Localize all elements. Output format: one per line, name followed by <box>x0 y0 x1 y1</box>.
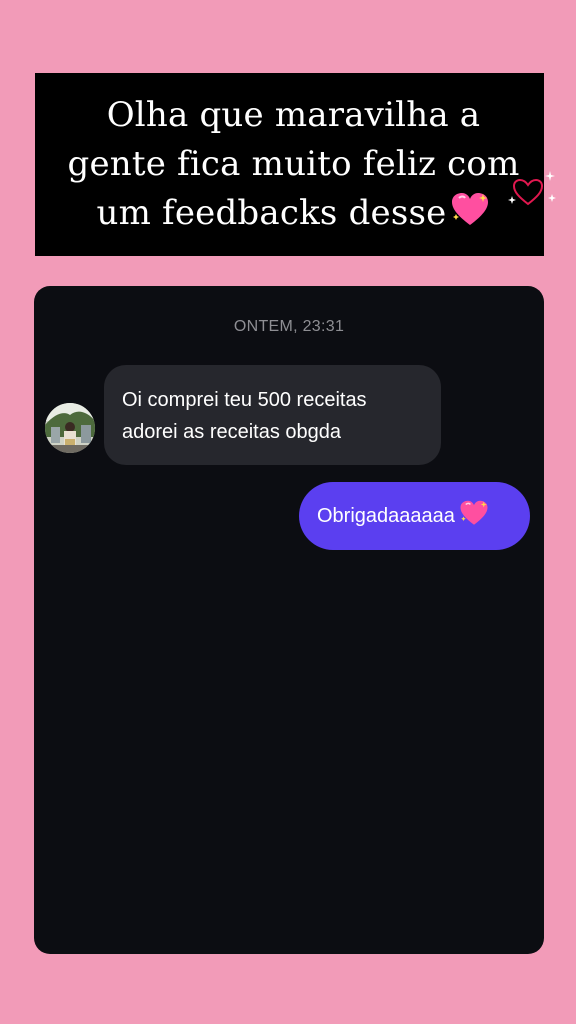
caption-line: Olha que maravilha a <box>106 95 481 135</box>
caption-text: Olha que maravilha a gente fica muito fe… <box>63 91 524 242</box>
caption-line: um feedbacks desse <box>63 189 524 242</box>
sparkling-heart-icon <box>459 487 489 555</box>
heart-outline-sparkles-icon <box>508 170 560 212</box>
sparkling-heart-icon <box>450 192 490 242</box>
incoming-message-line: Oi comprei teu 500 receitas <box>122 389 367 411</box>
chat-timestamp: ONTEM, 23:31 <box>233 318 345 335</box>
avatar[interactable] <box>45 403 95 453</box>
outgoing-message-bubble[interactable]: Obrigadaaaaaa <box>299 482 530 550</box>
caption-box: Olha que maravilha a gente fica muito fe… <box>35 73 544 256</box>
incoming-message-bubble[interactable]: Oi comprei teu 500 receitas adorei as re… <box>104 365 441 465</box>
caption-line: gente fica muito feliz com <box>67 144 520 184</box>
chat-panel: ONTEM, 23:31 Oi comprei teu 500 receitas… <box>34 286 544 954</box>
caption-line-text: um feedbacks desse <box>96 193 447 233</box>
incoming-message-line: adorei as receitas obgda <box>122 421 342 443</box>
outgoing-message-text: Obrigadaaaaaa <box>317 505 455 527</box>
